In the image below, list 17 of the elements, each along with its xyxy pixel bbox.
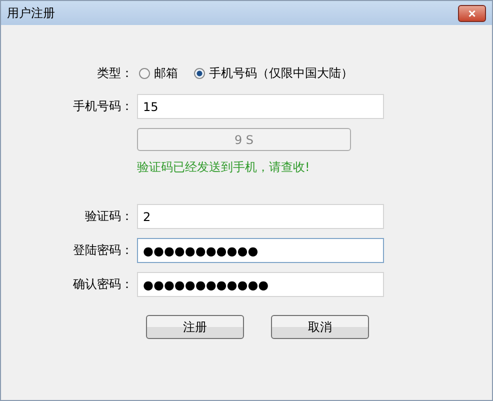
dialog-button[interactable]: 取消 [271,315,369,339]
input-field[interactable]: 2 [137,204,384,229]
phone-field[interactable]: 15 [137,94,384,119]
field-label: 手机号码： [72,98,133,115]
dialog-button[interactable]: 注册 [146,315,244,339]
radio-label[interactable]: 手机号码（仅限中国大陆） [209,65,353,82]
input-field[interactable]: ●●●●●●●●●●●● [137,272,384,297]
field-label: 确认密码： [72,276,133,293]
window-title: 用户注册 [7,4,55,22]
field-label: 登陆密码： [72,242,133,259]
field-label: 类型： [96,65,133,82]
status-message: 验证码已经发送到手机，请查收! [137,159,310,176]
radio-label[interactable]: 邮箱 [154,65,178,82]
input-field[interactable]: ●●●●●●●●●●● [137,238,384,263]
radio-button[interactable] [194,68,205,79]
field-label: 验证码： [84,208,133,225]
radio-button[interactable] [139,68,150,79]
